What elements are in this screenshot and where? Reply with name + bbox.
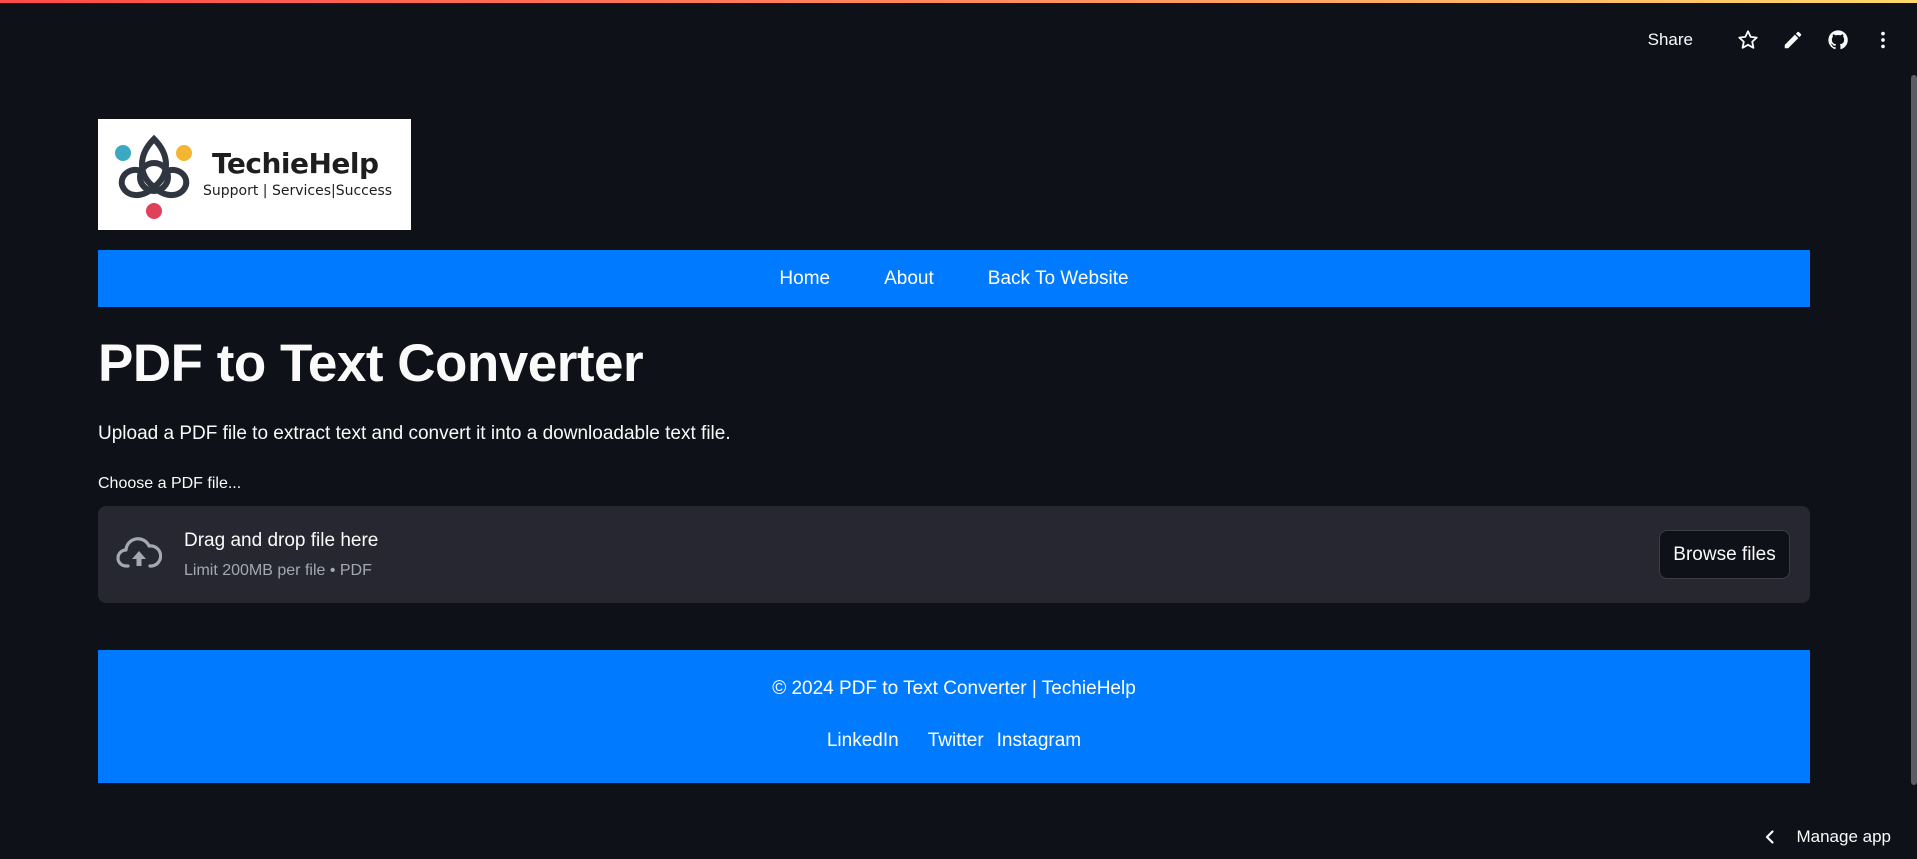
footer-twitter-link[interactable]: Twitter [928,730,984,752]
share-button[interactable]: Share [1648,30,1693,50]
footer-copyright: © 2024 PDF to Text Converter | TechieHel… [772,678,1136,699]
chevron-left-icon [1766,830,1775,844]
manage-app-button[interactable]: Manage app [1762,827,1891,847]
app-toolbar: Share [1648,28,1895,52]
page-description: Upload a PDF file to extract text and co… [98,423,731,444]
scrollbar[interactable] [1911,75,1917,785]
logo-mark-icon [115,134,192,219]
browse-files-button[interactable]: Browse files [1659,530,1790,579]
techiehelp-logo: TechieHelp Support | Services|Success [98,119,411,230]
top-accent-bar [0,0,1917,3]
manage-app-label: Manage app [1796,827,1891,846]
logo-wordmark: TechieHelp [212,147,379,180]
footer-instagram-link[interactable]: Instagram [997,730,1081,752]
footer-links: LinkedIn Twitter Instagram [98,730,1810,752]
footer: © 2024 PDF to Text Converter | TechieHel… [98,650,1810,783]
more-vertical-icon[interactable] [1871,28,1895,52]
footer-linkedin-link[interactable]: LinkedIn [827,730,899,752]
pencil-icon[interactable] [1781,28,1805,52]
nav-about-link[interactable]: About [884,268,934,290]
dropzone-limit-text: Limit 200MB per file • PDF [184,562,372,579]
navbar: Home About Back To Website [98,250,1810,307]
star-icon[interactable] [1736,28,1760,52]
github-icon[interactable] [1826,28,1850,52]
file-dropzone[interactable]: Drag and drop file here Limit 200MB per … [98,506,1810,603]
page-title: PDF to Text Converter [98,334,644,393]
dropzone-instructions: Drag and drop file here [184,530,379,551]
file-uploader-label: Choose a PDF file... [98,475,242,492]
nav-back-to-website-link[interactable]: Back To Website [988,268,1129,290]
logo-tagline: Support | Services|Success [203,183,393,199]
nav-home-link[interactable]: Home [779,268,830,290]
cloud-upload-icon [116,537,162,568]
